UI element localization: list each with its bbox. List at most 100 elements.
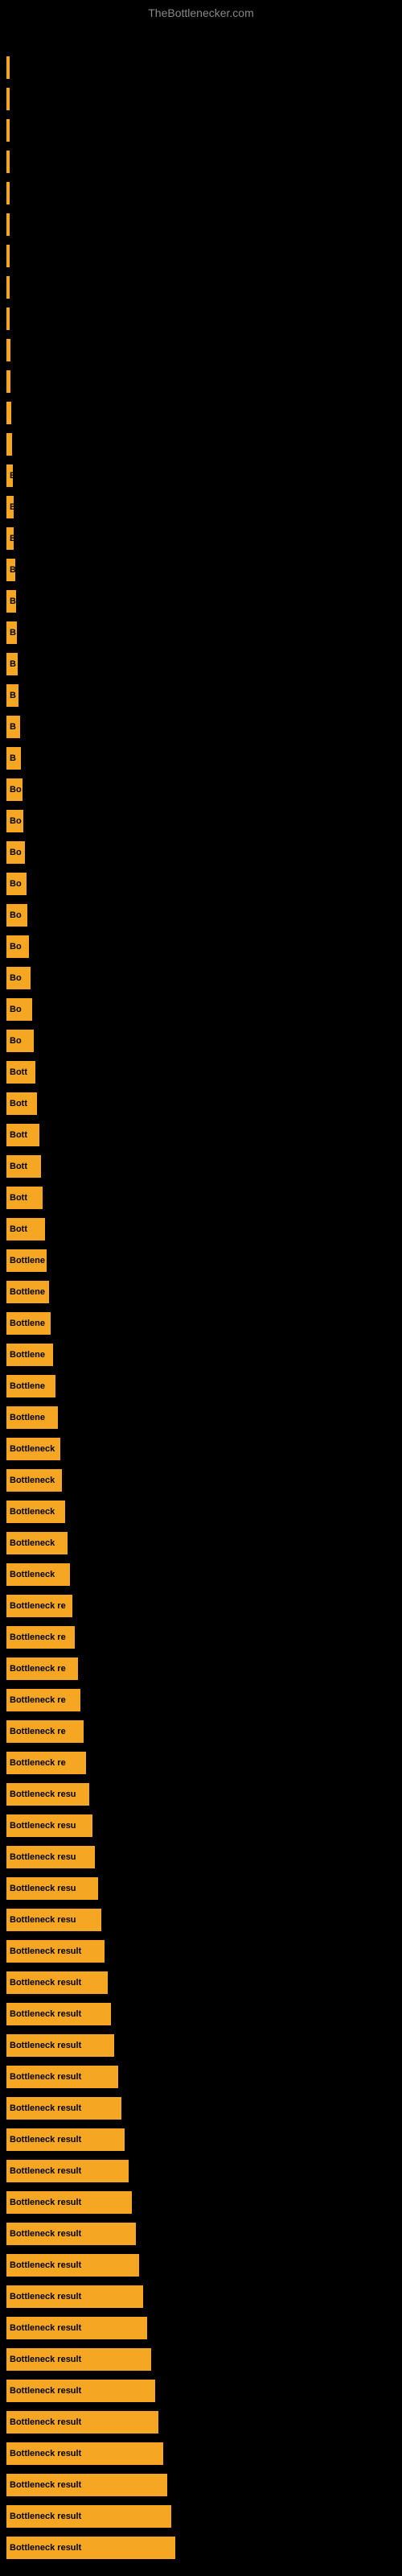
- bar-label: Bottleneck re: [10, 1727, 66, 1736]
- bar-row: Bottleneck result: [6, 2003, 111, 2025]
- bar: Bottleneck result: [6, 2160, 129, 2182]
- bar: [6, 151, 10, 173]
- bar-row: [6, 182, 10, 204]
- bar: [6, 339, 10, 361]
- bar-label: Bottleneck result: [10, 2072, 81, 2082]
- bar-label: Bo: [10, 1005, 22, 1014]
- bar-label: Bottleneck: [10, 1444, 55, 1454]
- bar: Bott: [6, 1124, 39, 1146]
- bar: Bottleneck result: [6, 2066, 118, 2088]
- bar: Bottlene: [6, 1406, 58, 1429]
- bar-label: Bottleneck result: [10, 2166, 81, 2176]
- bar-row: Bo: [6, 1030, 34, 1052]
- bar-label: Bott: [10, 1193, 27, 1203]
- bar-row: B: [6, 590, 16, 613]
- bar-label: B: [10, 753, 16, 763]
- bar-label: Bottleneck result: [10, 2480, 81, 2490]
- bar: Bottleneck result: [6, 2128, 125, 2151]
- bar: Bottleneck: [6, 1532, 68, 1554]
- bar-row: Bottlene: [6, 1281, 49, 1303]
- bar-label: Bottleneck resu: [10, 1852, 76, 1862]
- bar-row: Bottleneck: [6, 1438, 60, 1460]
- bar-row: [6, 402, 11, 424]
- bar-row: Bottleneck: [6, 1532, 68, 1554]
- bar: Bottleneck result: [6, 2442, 163, 2465]
- bar-row: Bottlene: [6, 1406, 58, 1429]
- bar: Bottleneck resu: [6, 1877, 98, 1900]
- bar-label: Bott: [10, 1099, 27, 1108]
- bar-label: B: [10, 628, 16, 638]
- bar: Bottleneck result: [6, 1971, 108, 1994]
- bar: Bottleneck result: [6, 2285, 143, 2308]
- bar: Bottleneck re: [6, 1689, 80, 1711]
- bar-row: Bottleneck result: [6, 2317, 147, 2339]
- bar-label: Bottleneck resu: [10, 1884, 76, 1893]
- bar: [6, 88, 10, 110]
- bar-row: Bottlene: [6, 1312, 51, 1335]
- bar-row: Bottleneck resu: [6, 1877, 98, 1900]
- bar-row: Bottleneck result: [6, 2442, 163, 2465]
- bar-row: B: [6, 716, 20, 738]
- bar: Bottlene: [6, 1249, 47, 1272]
- bar: [6, 245, 10, 267]
- bar-label: Bottleneck re: [10, 1633, 66, 1642]
- bar-row: Bo: [6, 935, 29, 958]
- bar-label: Bottleneck result: [10, 2260, 81, 2270]
- bar: Bottleneck resu: [6, 1846, 95, 1868]
- bar: Bottleneck result: [6, 2223, 136, 2245]
- bar-row: Bottleneck resu: [6, 1783, 89, 1806]
- bar-row: Bottleneck resu: [6, 1814, 92, 1837]
- bar-row: Bo: [6, 810, 23, 832]
- bar: [6, 56, 10, 79]
- bar-row: [6, 370, 10, 393]
- bar-label: Bottlene: [10, 1256, 45, 1265]
- bar-label: Bottleneck result: [10, 2198, 81, 2207]
- bar: [6, 213, 10, 236]
- bar: B: [6, 559, 15, 581]
- bar: Bo: [6, 904, 27, 927]
- bar-row: Bo: [6, 873, 27, 895]
- bar: Bottleneck result: [6, 2191, 132, 2214]
- bar-label: Bottleneck result: [10, 2543, 81, 2553]
- bar-label: B: [10, 534, 14, 543]
- bar-label: B: [10, 659, 16, 669]
- bar-row: Bo: [6, 841, 25, 864]
- bar: Bo: [6, 935, 29, 958]
- bar-label: B: [10, 691, 16, 700]
- bar-row: Bottleneck re: [6, 1689, 80, 1711]
- bar-row: [6, 276, 10, 299]
- bar: Bottleneck resu: [6, 1909, 101, 1931]
- bar: Bo: [6, 967, 31, 989]
- bar-row: Bottlene: [6, 1344, 53, 1366]
- bar-row: Bottleneck result: [6, 1940, 105, 1963]
- bar-row: [6, 213, 10, 236]
- bar-label: Bott: [10, 1224, 27, 1234]
- bar-row: B: [6, 527, 14, 550]
- bar-row: Bottleneck resu: [6, 1846, 95, 1868]
- bar-row: Bottleneck re: [6, 1657, 78, 1680]
- bar-row: Bottleneck result: [6, 2505, 171, 2528]
- bar: [6, 308, 10, 330]
- bar: Bottleneck re: [6, 1595, 72, 1617]
- bar: Bo: [6, 810, 23, 832]
- bar-row: B: [6, 621, 17, 644]
- bar-label: Bo: [10, 942, 22, 952]
- bar-row: B: [6, 496, 14, 518]
- bar-row: [6, 339, 10, 361]
- bar-label: Bottleneck result: [10, 1946, 81, 1956]
- bar: Bottlene: [6, 1375, 55, 1397]
- bar-label: Bottlene: [10, 1413, 45, 1422]
- bar-row: Bottleneck: [6, 1469, 62, 1492]
- bar: Bottleneck: [6, 1438, 60, 1460]
- bar-row: B: [6, 684, 18, 707]
- bar-row: Bottleneck result: [6, 2285, 143, 2308]
- bar-row: Bottleneck result: [6, 2066, 118, 2088]
- bar: Bott: [6, 1092, 37, 1115]
- bar-row: [6, 245, 10, 267]
- bar-row: Bottleneck re: [6, 1720, 84, 1743]
- bar: B: [6, 716, 20, 738]
- bar-label: Bottleneck result: [10, 2323, 81, 2333]
- bar: B: [6, 653, 18, 675]
- bar: Bottleneck re: [6, 1626, 75, 1649]
- bar: B: [6, 527, 14, 550]
